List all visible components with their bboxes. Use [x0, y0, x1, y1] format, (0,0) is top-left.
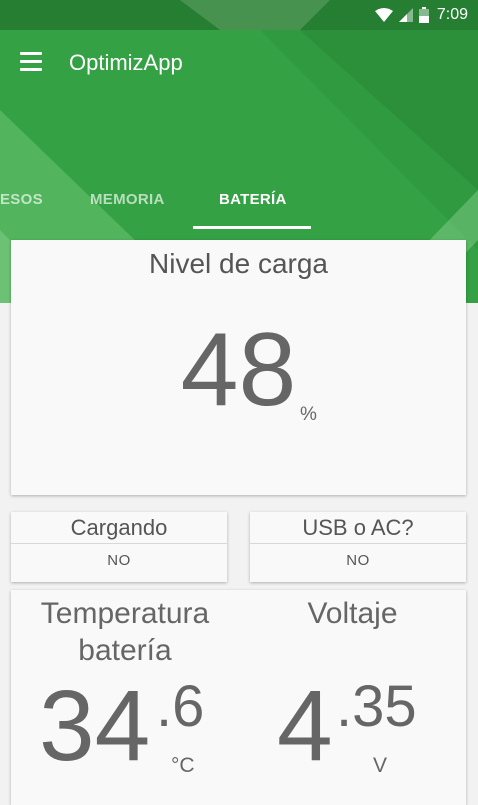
temperature-unit: °C — [171, 754, 195, 777]
tab-procesos[interactable]: ESOS — [0, 191, 43, 208]
status-time: 7:09 — [436, 6, 468, 23]
divider — [11, 543, 227, 544]
charging-title: Cargando — [70, 515, 168, 540]
wifi-icon — [374, 8, 393, 22]
tab-selected-indicator — [193, 226, 311, 229]
power-source-title: USB o AC? — [302, 515, 414, 540]
temperature-voltage-card: Temperatura batería 34 .6 °C Voltaje 4 .… — [11, 590, 466, 805]
voltage-decimal: .35 — [336, 674, 417, 739]
app-title: OptimizApp — [69, 50, 183, 75]
temperature-decimal: .6 — [156, 674, 205, 739]
divider — [250, 543, 466, 544]
tab-bar: ESOS MEMORIA BATERÍA — [0, 185, 478, 230]
power-source-value: NO — [346, 552, 370, 569]
status-bar: 7:09 — [0, 0, 478, 30]
temperature-title: Temperatura batería — [11, 595, 239, 669]
temperature-title-line1: Temperatura — [40, 597, 210, 630]
charging-card: Cargando NO — [11, 512, 227, 582]
charge-level-title: Nivel de carga — [149, 248, 328, 279]
voltage-unit: V — [373, 754, 388, 777]
battery-icon — [418, 7, 429, 23]
toolbar: OptimizApp — [0, 30, 478, 96]
voltage-integer: 4 — [277, 670, 333, 782]
power-source-card: USB o AC? NO — [250, 512, 466, 582]
temperature-title-line2: batería — [78, 634, 172, 667]
charge-level-value: 48 — [180, 312, 297, 428]
charge-level-unit: % — [300, 404, 317, 425]
charge-level-card: Nivel de carga 48 % — [11, 240, 466, 495]
tab-memoria[interactable]: MEMORIA — [90, 191, 165, 208]
hamburger-menu-icon[interactable] — [20, 52, 44, 72]
charging-value: NO — [107, 552, 131, 569]
tab-bateria[interactable]: BATERÍA — [219, 191, 287, 208]
signal-icon — [398, 8, 413, 22]
temperature-integer: 34 — [39, 670, 151, 782]
voltage-title: Voltaje — [307, 597, 398, 630]
